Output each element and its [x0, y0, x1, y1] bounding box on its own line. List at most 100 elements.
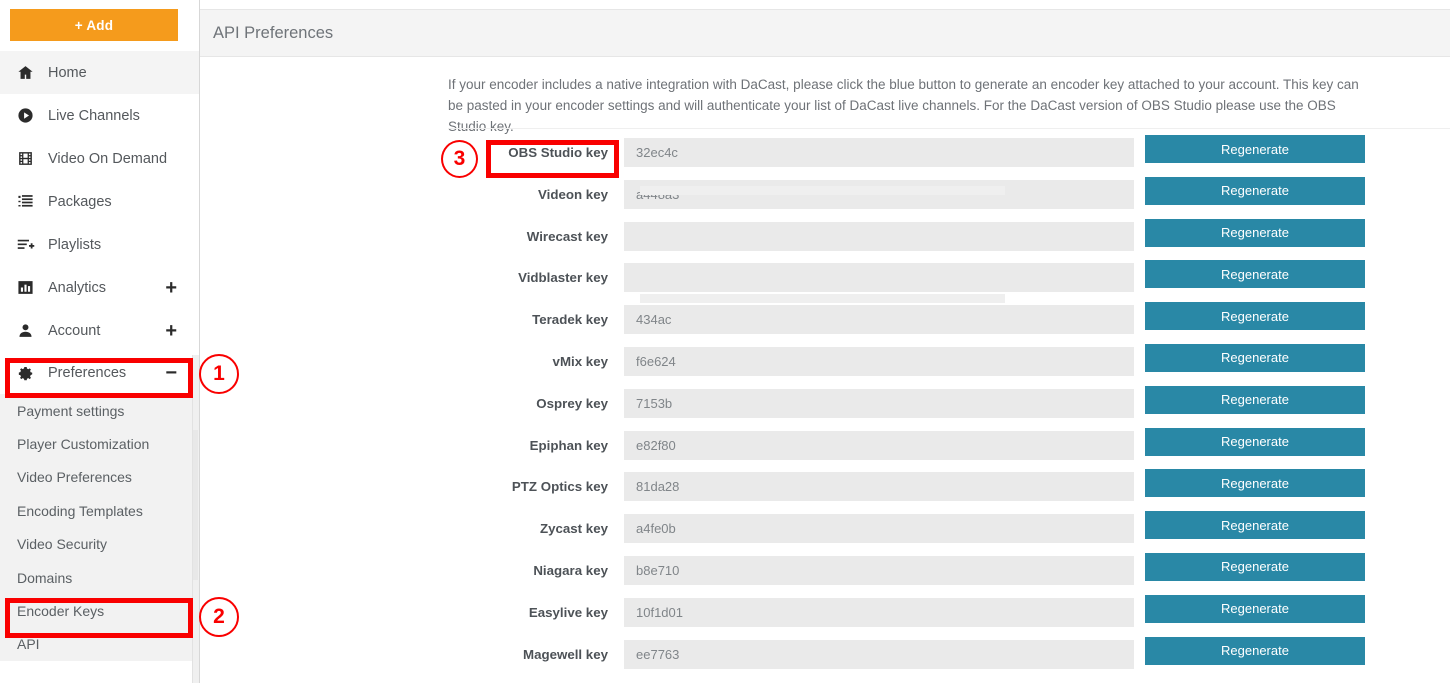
encoder-key-label: Epiphan key [529, 437, 608, 453]
encoder-key-input[interactable] [624, 639, 1134, 669]
encoder-key-label: Magewell key [523, 646, 608, 662]
sidebar-item-label: Live Channels [48, 107, 140, 124]
encoder-key-row: PTZ Optics key Regenerate [200, 469, 1450, 514]
encoder-key-input[interactable] [624, 346, 1134, 376]
sidebar-subitem-label: Player Customization [17, 436, 150, 453]
regenerate-button[interactable]: Regenerate [1145, 176, 1365, 205]
encoder-key-label: Niagara key [533, 562, 608, 578]
home-icon [17, 64, 43, 81]
regenerate-button[interactable]: Regenerate [1145, 302, 1365, 331]
sidebar-item-home[interactable]: Home [0, 51, 199, 94]
section-divider [448, 128, 1450, 129]
regenerate-button[interactable]: Regenerate [1145, 135, 1365, 163]
encoder-key-input[interactable] [624, 597, 1134, 627]
regenerate-button[interactable]: Regenerate [1145, 469, 1365, 498]
encoder-key-label: Zycast key [539, 521, 608, 537]
encoder-key-row: Wirecast key Regenerate [200, 218, 1450, 264]
encoder-key-input[interactable] [624, 138, 1134, 167]
encoder-key-label: PTZ Optics key [511, 479, 608, 495]
encoder-key-input[interactable] [624, 555, 1134, 585]
encoder-key-row: Easylive key Regenerate [200, 594, 1450, 640]
add-button-container: + Add [0, 0, 199, 51]
regenerate-button[interactable]: Regenerate [1145, 218, 1365, 247]
sidebar-subitem-label: Payment settings [17, 402, 125, 419]
page-header: API Preferences [200, 9, 1450, 57]
expand-plus-icon[interactable]: + [165, 278, 177, 298]
sidebar-item-api[interactable]: API [0, 627, 199, 662]
sidebar-subitem-label: Video Security [17, 536, 108, 553]
encoder-key-input[interactable] [624, 305, 1134, 335]
sidebar-item-label: Preferences [48, 365, 127, 381]
sidebar: + Add Home Live Channels Video On Demand… [0, 0, 200, 683]
package-list-icon [17, 193, 43, 210]
sidebar-item-encoding-templates[interactable]: Encoding Templates [0, 494, 199, 528]
sidebar-subitem-label: Video Preferences [17, 469, 132, 486]
application-window: + Add Home Live Channels Video On Demand… [0, 0, 1450, 683]
sidebar-subitem-label: Domains [17, 569, 73, 586]
encoder-keys-list: OBS Studio key Regenerate Videon key Regene… [200, 135, 1450, 682]
preferences-submenu: Payment settings Player Customization Vi… [0, 394, 199, 662]
sidebar-item-preferences[interactable]: Preferences − [0, 352, 199, 394]
sidebar-item-label: Home [48, 64, 87, 81]
encoder-key-input[interactable] [624, 221, 1134, 251]
regenerate-button[interactable]: Regenerate [1145, 343, 1365, 372]
encoder-key-label: Wirecast key [526, 228, 608, 244]
sidebar-item-analytics[interactable]: Analytics + [0, 266, 199, 309]
regenerate-button[interactable]: Regenerate [1145, 427, 1365, 456]
regenerate-button[interactable]: Regenerate [1145, 511, 1365, 540]
encoder-key-input[interactable] [624, 514, 1134, 544]
sidebar-item-live-channels[interactable]: Live Channels [0, 94, 199, 137]
sidebar-item-packages[interactable]: Packages [0, 180, 199, 223]
sidebar-item-video-on-demand[interactable]: Video On Demand [0, 137, 199, 180]
encoder-key-row: Osprey key Regenerate [200, 385, 1450, 431]
expand-plus-icon[interactable]: + [165, 321, 177, 341]
sidebar-item-encoder-keys[interactable]: Encoder Keys [0, 594, 199, 628]
playlist-add-icon [17, 236, 43, 254]
sidebar-item-playlists[interactable]: Playlists [0, 223, 199, 266]
encoder-key-label: OBS Studio key [508, 145, 608, 160]
sidebar-item-video-security[interactable]: Video Security [0, 527, 199, 561]
sidebar-item-label: Account [48, 322, 101, 339]
regenerate-button[interactable]: Regenerate [1145, 552, 1365, 581]
encoder-key-input[interactable] [624, 388, 1134, 418]
encoder-key-input[interactable] [624, 430, 1134, 460]
encoder-key-label: Teradek key [532, 312, 608, 328]
collapse-minus-icon[interactable]: − [165, 363, 177, 383]
sidebar-item-player-customization[interactable]: Player Customization [0, 427, 199, 461]
sidebar-subitem-label: Encoder Keys [17, 603, 105, 620]
main-content: API Preferences If your encoder includes… [200, 0, 1450, 683]
film-icon [17, 150, 43, 167]
encoder-key-input[interactable] [624, 472, 1134, 502]
encoder-key-label: Osprey key [536, 395, 608, 411]
encoder-key-row: Vidblaster key Regenerate [200, 260, 1450, 305]
encoder-key-input[interactable] [624, 263, 1134, 293]
encoder-key-row: Magewell key Regenerate [200, 636, 1450, 682]
regenerate-button[interactable]: Regenerate [1145, 594, 1365, 623]
sidebar-item-label: Analytics [48, 279, 107, 296]
encoder-key-input[interactable] [624, 179, 1134, 209]
encoder-key-label: Vidblaster key [518, 270, 608, 286]
encoder-key-row: OBS Studio key Regenerate [200, 135, 1450, 180]
regenerate-button[interactable]: Regenerate [1145, 385, 1365, 414]
encoder-key-row: Zycast key Regenerate [200, 511, 1450, 556]
encoder-key-row: vMix key Regenerate [200, 343, 1450, 389]
regenerate-button[interactable]: Regenerate [1145, 260, 1365, 289]
encoder-key-label: Easylive key [528, 604, 608, 620]
page-title: API Preferences [213, 23, 334, 42]
sidebar-subitem-label: Encoding Templates [17, 502, 143, 519]
encoder-key-row: Epiphan key Regenerate [200, 427, 1450, 473]
play-circle-icon [17, 107, 43, 124]
sidebar-item-video-preferences[interactable]: Video Preferences [0, 460, 199, 495]
add-button[interactable]: + Add [10, 9, 178, 41]
bar-chart-icon [17, 279, 43, 296]
sidebar-nav-list: Home Live Channels Video On Demand Packa… [0, 51, 199, 394]
sidebar-item-account[interactable]: Account + [0, 309, 199, 352]
regenerate-button[interactable]: Regenerate [1145, 636, 1365, 665]
person-icon [17, 322, 43, 339]
sidebar-item-payment-settings[interactable]: Payment settings [0, 394, 199, 428]
sidebar-item-label: Packages [48, 193, 112, 210]
sidebar-scrollbar-thumb[interactable] [193, 430, 198, 580]
sidebar-item-domains[interactable]: Domains [0, 560, 199, 595]
encoder-key-label: vMix key [552, 353, 608, 369]
encoder-key-row: Videon key Regenerate [200, 176, 1450, 222]
